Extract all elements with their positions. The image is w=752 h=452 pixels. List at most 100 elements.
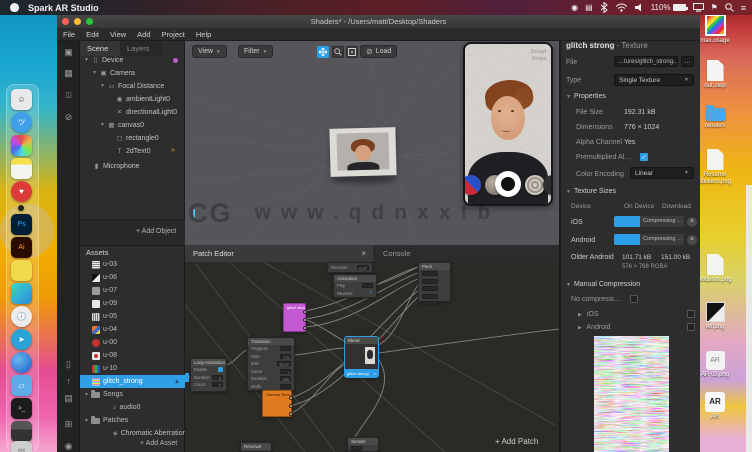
photoshop-app-icon[interactable]: Ps — [11, 214, 32, 235]
view-dropdown[interactable]: View▼ — [192, 45, 227, 58]
input-source-flag-icon[interactable]: ⚑ — [711, 3, 718, 12]
section-properties[interactable]: ▼Properties — [566, 93, 606, 100]
android-cancel-button[interactable]: × — [687, 235, 697, 245]
music-app-icon[interactable]: ♥ — [11, 181, 32, 202]
filter-dropdown[interactable]: Filter▼ — [238, 45, 273, 58]
scene-tree-item-camera[interactable]: ▼ ▣ Camera — [92, 67, 135, 79]
browser-app-icon[interactable] — [11, 352, 32, 373]
photo-plane[interactable] — [329, 127, 396, 177]
manual-android-checkbox[interactable] — [687, 323, 695, 331]
wifi-icon[interactable] — [615, 3, 628, 12]
caret-right-icon[interactable]: ▶ — [578, 312, 582, 318]
caret-down-icon[interactable]: ▼ — [84, 392, 91, 398]
device-preview-icon[interactable]: ▯ — [62, 358, 75, 371]
video-panel-icon[interactable]: ▦ — [62, 67, 75, 80]
patch-node-camera-texture[interactable]: Camera Texture — [262, 390, 292, 417]
color-encoding-dropdown[interactable]: Linear▼ — [630, 167, 694, 179]
selected-port-marker[interactable] — [185, 373, 189, 382]
type-dropdown[interactable]: Single Texture▼ — [614, 74, 694, 86]
caret-right-icon[interactable]: ▶ — [578, 325, 582, 331]
patch-node-receiver[interactable]: Receiver0.97 — [327, 262, 373, 273]
stickies-app-icon[interactable] — [11, 260, 32, 281]
clock-app-icon[interactable]: 🕖 — [11, 306, 32, 327]
section-texture-sizes[interactable]: ▼Texture Sizes — [566, 188, 616, 195]
mail-app-icon[interactable] — [11, 283, 32, 304]
asset-item-audio[interactable]: ♪ audio0 — [80, 401, 185, 414]
apple-menu-icon[interactable] — [10, 3, 19, 12]
effect-thumbnail-icon[interactable] — [543, 175, 551, 195]
asset-item[interactable]: u-05 — [80, 310, 185, 323]
messages-app-icon[interactable]: ツ — [11, 112, 32, 133]
window-title-bar[interactable]: Shaders* - /Users/matt/Desktop/Shaders — [57, 15, 700, 28]
caret-down-icon[interactable]: ▼ — [84, 418, 91, 424]
volume-icon[interactable] — [635, 3, 644, 12]
caret-down-icon[interactable]: ▼ — [92, 70, 99, 76]
asset-item-selected-glitch-strong[interactable]: glitch_strong ▲ — [80, 375, 185, 388]
menu-project[interactable]: Project — [162, 30, 185, 39]
zoom-tool-button[interactable] — [332, 46, 344, 58]
manual-ios-row[interactable]: ▶ iOS — [578, 311, 598, 318]
close-icon[interactable]: × — [361, 249, 366, 258]
spotlight-search-icon[interactable] — [725, 3, 734, 12]
shutter-button[interactable] — [495, 171, 521, 197]
patch-editor[interactable]: Patch Editor × Console Receiver0.97 Anim… — [185, 245, 560, 452]
tab-patch-editor[interactable]: Patch Editor × — [185, 245, 373, 262]
upload-icon[interactable]: ↑ — [62, 375, 75, 388]
illustrator-app-icon[interactable]: Ai — [11, 237, 32, 258]
effect-thumbnail-icon[interactable] — [465, 175, 481, 195]
record-button-icon[interactable]: ◉ — [62, 440, 75, 452]
document-status-icon[interactable]: ▤ — [585, 3, 593, 12]
disabled-circle-icon[interactable]: ⊘ — [62, 111, 75, 124]
load-button[interactable]: ⊘ Load — [360, 45, 397, 58]
patch-node-animation[interactable]: Animation Play Reverse✓ — [333, 274, 377, 298]
scene-tree-item-microphone[interactable]: ▮ Microphone — [92, 160, 140, 172]
asset-item[interactable]: u-10 — [80, 362, 185, 375]
add-patch-button[interactable]: + Add Patch — [495, 437, 538, 446]
section-manual-compression[interactable]: ▼Manual Compression — [566, 281, 640, 288]
display-airplay-icon[interactable] — [693, 3, 704, 12]
caret-down-icon[interactable]: ▼ — [100, 122, 107, 128]
scene-tree-item-canvas[interactable]: ▼ ▦ canvas0 — [100, 119, 144, 131]
document-panel-icon[interactable]: ▤ — [62, 392, 75, 405]
patch-node-sender[interactable]: Sender — [347, 437, 379, 452]
close-icon[interactable]: × — [374, 371, 376, 376]
menu-view[interactable]: View — [110, 30, 126, 39]
scene-tree-item-directional-light[interactable]: ✕ directionalLight0 — [115, 106, 177, 118]
move-tool-button[interactable] — [317, 46, 329, 58]
telegram-app-icon[interactable]: ➤ — [11, 329, 32, 350]
menu-file[interactable]: File — [63, 30, 75, 39]
scene-view-icon[interactable]: ▣ — [62, 46, 75, 59]
grid-panel-icon[interactable]: ⊞ — [62, 418, 75, 431]
menu-add[interactable]: Add — [137, 30, 150, 39]
wallet-app-icon[interactable] — [11, 421, 32, 442]
scene-tree-item-focal-distance[interactable]: ▼ ▭ Focal Distance — [100, 80, 164, 92]
asset-item[interactable]: u-06 — [80, 271, 185, 284]
add-object-button[interactable]: + Add Object — [136, 228, 176, 235]
scene-tree-item-ambient-light[interactable]: ◉ ambientLight0 — [115, 93, 170, 105]
notification-center-icon[interactable]: ≡ — [741, 3, 746, 13]
simulator-phone[interactable]: Dzcayt Kotiya — [463, 42, 553, 206]
manual-android-row[interactable]: ▶ Android — [578, 324, 611, 331]
caret-down-icon[interactable]: ▼ — [100, 83, 107, 89]
scene-tree-item-rectangle[interactable]: ▢ rectangle0 — [115, 132, 159, 144]
menu-bar-app-name[interactable]: Spark AR Studio — [28, 3, 99, 13]
ios-cancel-button[interactable]: × — [687, 217, 697, 227]
patch-node-pack[interactable]: Pack — [418, 262, 451, 302]
file-browse-button[interactable]: … — [681, 56, 694, 67]
patch-node-receiver-bottom[interactable]: Receiver — [240, 442, 272, 452]
asset-group-songs[interactable]: ▼ Songs — [80, 388, 185, 401]
asset-item[interactable]: u-08 — [80, 349, 185, 362]
tab-layers[interactable]: Layers — [120, 41, 162, 56]
notes-app-icon[interactable] — [11, 158, 32, 179]
sliders-icon[interactable]: ◫ — [62, 89, 75, 102]
asset-item[interactable]: u-00 — [80, 336, 185, 349]
effects-carousel[interactable] — [465, 171, 551, 199]
menu-help[interactable]: Help — [196, 30, 211, 39]
asset-item[interactable]: u-03 — [80, 258, 185, 271]
effect-thumbnail-icon[interactable] — [525, 175, 545, 195]
patch-node-loop-animation[interactable]: Loop Animation Enable Duration0 Count7 — [190, 358, 227, 392]
patch-node-glitch-strong-texture[interactable]: glitch strong — [283, 303, 306, 332]
scene-tree-item-device[interactable]: ▼ ▯ Device — [84, 54, 123, 66]
patch-node-transition[interactable]: Transition Progress Start0.5 End15.37 Cu… — [247, 337, 295, 391]
trash-icon[interactable]: ▥ — [11, 441, 32, 452]
